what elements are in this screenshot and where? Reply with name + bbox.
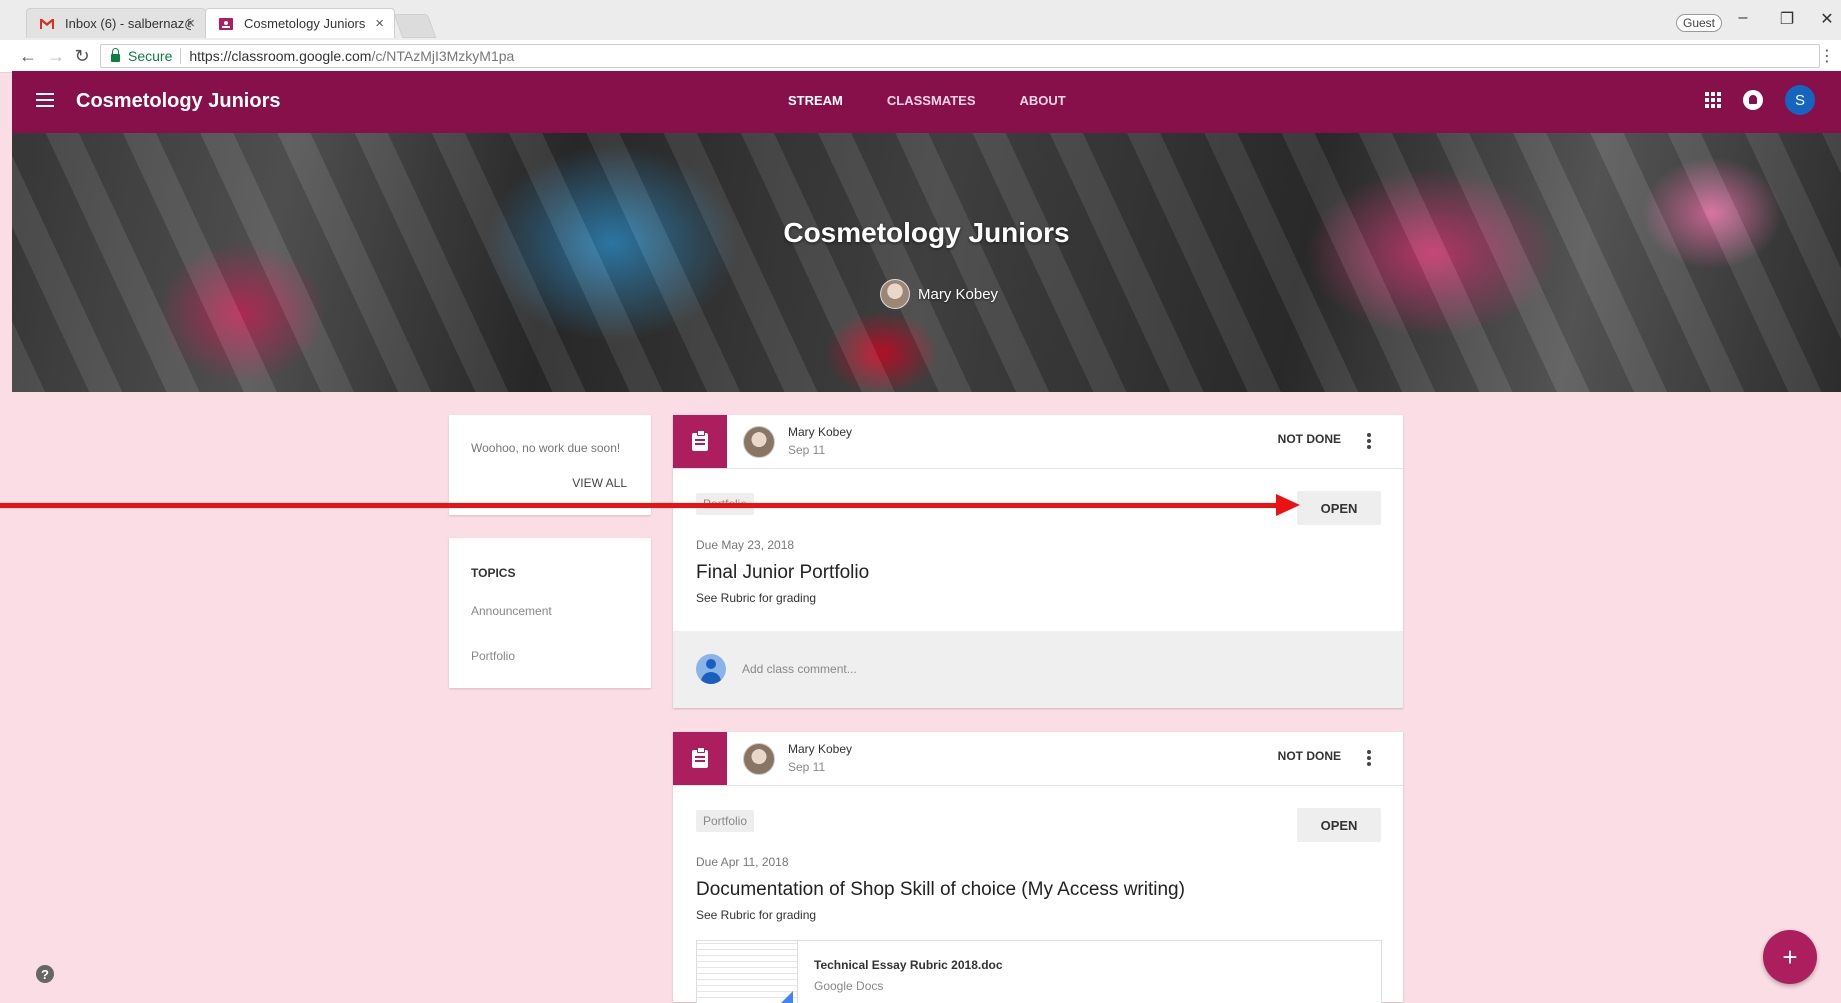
topics-card: TOPICS Announcement Portfolio (449, 538, 651, 688)
user-avatar-icon (696, 654, 726, 684)
divider (180, 48, 182, 64)
minimize-icon[interactable]: – (1728, 9, 1758, 27)
secure-label: Secure (128, 48, 173, 64)
tab-stream[interactable]: STREAM (766, 71, 865, 136)
topic-item-portfolio[interactable]: Portfolio (471, 649, 515, 663)
classroom-icon (219, 18, 233, 30)
comment-input[interactable]: Add class comment... (742, 662, 857, 676)
assignment-description: See Rubric for grading (696, 591, 817, 605)
topics-header: TOPICS (471, 566, 516, 580)
add-button[interactable]: + (1763, 930, 1817, 984)
help-icon[interactable]: ? (36, 965, 54, 983)
class-title: Cosmetology Juniors (76, 90, 281, 112)
post-date: Sep 11 (788, 443, 826, 457)
browser-tab-bar: Inbox (6) - salbernaz@sc × Cosmetology J… (0, 0, 1841, 40)
attachment-card[interactable]: Technical Essay Rubric 2018.doc Google D… (696, 940, 1382, 1003)
attachment-type: Google Docs (814, 979, 884, 993)
new-tab-button[interactable] (393, 14, 437, 38)
lock-icon (111, 48, 120, 62)
back-icon[interactable]: ← (16, 46, 40, 67)
attachment-name: Technical Essay Rubric 2018.doc (814, 958, 1003, 972)
assignment-title[interactable]: Final Junior Portfolio (696, 562, 869, 584)
view-all-link[interactable]: VIEW ALL (572, 476, 627, 490)
notifications-icon[interactable] (1743, 90, 1763, 110)
url-path: /c/NTAzMjI3MzkyM1pa (371, 48, 515, 64)
apps-grid-icon[interactable] (1705, 92, 1721, 108)
assignment-post: Mary Kobey Sep 11 NOT DONE Portfolio OPE… (673, 415, 1403, 708)
status-label: NOT DONE (1277, 432, 1341, 446)
teacher-avatar (880, 279, 910, 309)
url-field[interactable]: Secure https://classroom.google.com/c/NT… (100, 44, 1820, 68)
author-avatar (743, 743, 775, 775)
open-button[interactable]: OPEN (1297, 808, 1381, 842)
tab-close-icon[interactable]: × (375, 15, 384, 32)
author-avatar (743, 426, 775, 458)
tab-about[interactable]: ABOUT (998, 71, 1088, 133)
assignment-description: See Rubric for grading (696, 908, 817, 922)
url-domain: https://classroom.google.com (189, 48, 372, 64)
banner-title: Cosmetology Juniors (783, 217, 1070, 248)
more-options-icon[interactable] (1367, 433, 1371, 449)
assignment-icon (673, 415, 727, 468)
app-header: Cosmetology Juniors STREAM CLASSMATES AB… (12, 71, 1841, 136)
post-date: Sep 11 (788, 760, 826, 774)
browser-tab-gmail[interactable]: Inbox (6) - salbernaz@sc × (26, 8, 206, 38)
document-thumbnail (697, 941, 798, 1003)
tab-classmates[interactable]: CLASSMATES (865, 71, 998, 133)
gmail-icon (40, 19, 54, 29)
restore-icon[interactable]: ❐ (1772, 9, 1802, 29)
post-author: Mary Kobey (788, 425, 853, 439)
status-label: NOT DONE (1277, 749, 1341, 763)
topic-item-announcement[interactable]: Announcement (471, 604, 552, 618)
assignment-post: Mary Kobey Sep 11 NOT DONE Portfolio OPE… (673, 732, 1403, 1003)
assignment-icon (673, 732, 727, 785)
reload-icon[interactable]: ↻ (70, 46, 94, 67)
post-header: Mary Kobey Sep 11 NOT DONE (673, 732, 1403, 786)
more-options-icon[interactable] (1367, 750, 1371, 766)
class-banner: Cosmetology Juniors Mary Kobey (12, 133, 1841, 392)
tab-close-icon[interactable]: × (186, 15, 195, 32)
hamburger-menu-icon[interactable] (36, 93, 54, 107)
post-header: Mary Kobey Sep 11 NOT DONE (673, 415, 1403, 469)
class-tabs: STREAM CLASSMATES ABOUT (766, 71, 1088, 136)
assignment-title[interactable]: Documentation of Shop Skill of choice (M… (696, 879, 1185, 901)
header-actions: S (1705, 85, 1815, 115)
teacher-name: Mary Kobey (918, 285, 999, 303)
banner-teacher: Mary Kobey (880, 279, 998, 309)
upcoming-message: Woohoo, no work due soon! (471, 441, 621, 455)
guest-profile-badge[interactable]: Guest (1676, 14, 1723, 32)
post-author: Mary Kobey (788, 742, 853, 756)
browser-tab-classroom[interactable]: Cosmetology Juniors × (205, 8, 395, 38)
annotation-arrow-line (0, 503, 1280, 508)
comment-bar[interactable]: Add class comment... (673, 631, 1403, 708)
forward-icon[interactable]: → (44, 46, 68, 67)
window-close-icon[interactable]: ✕ (1812, 9, 1841, 29)
upcoming-work-card: Woohoo, no work due soon! VIEW ALL (449, 415, 651, 515)
open-button[interactable]: OPEN (1297, 491, 1381, 525)
tab-label: Inbox (6) - salbernaz@sc (65, 16, 191, 31)
browser-menu-icon[interactable]: ⋮ (1819, 46, 1835, 66)
account-avatar[interactable]: S (1785, 85, 1815, 115)
tab-label: Cosmetology Juniors (244, 16, 366, 31)
annotation-arrow-head (1276, 494, 1300, 516)
due-date: Due Apr 11, 2018 (696, 855, 789, 869)
url-text: https://classroom.google.com/c/NTAzMjI3M… (189, 48, 514, 64)
topic-chip[interactable]: Portfolio (696, 810, 755, 832)
due-date: Due May 23, 2018 (696, 538, 795, 552)
address-bar-row: ← → ↻ Secure https://classroom.google.co… (0, 40, 1841, 73)
